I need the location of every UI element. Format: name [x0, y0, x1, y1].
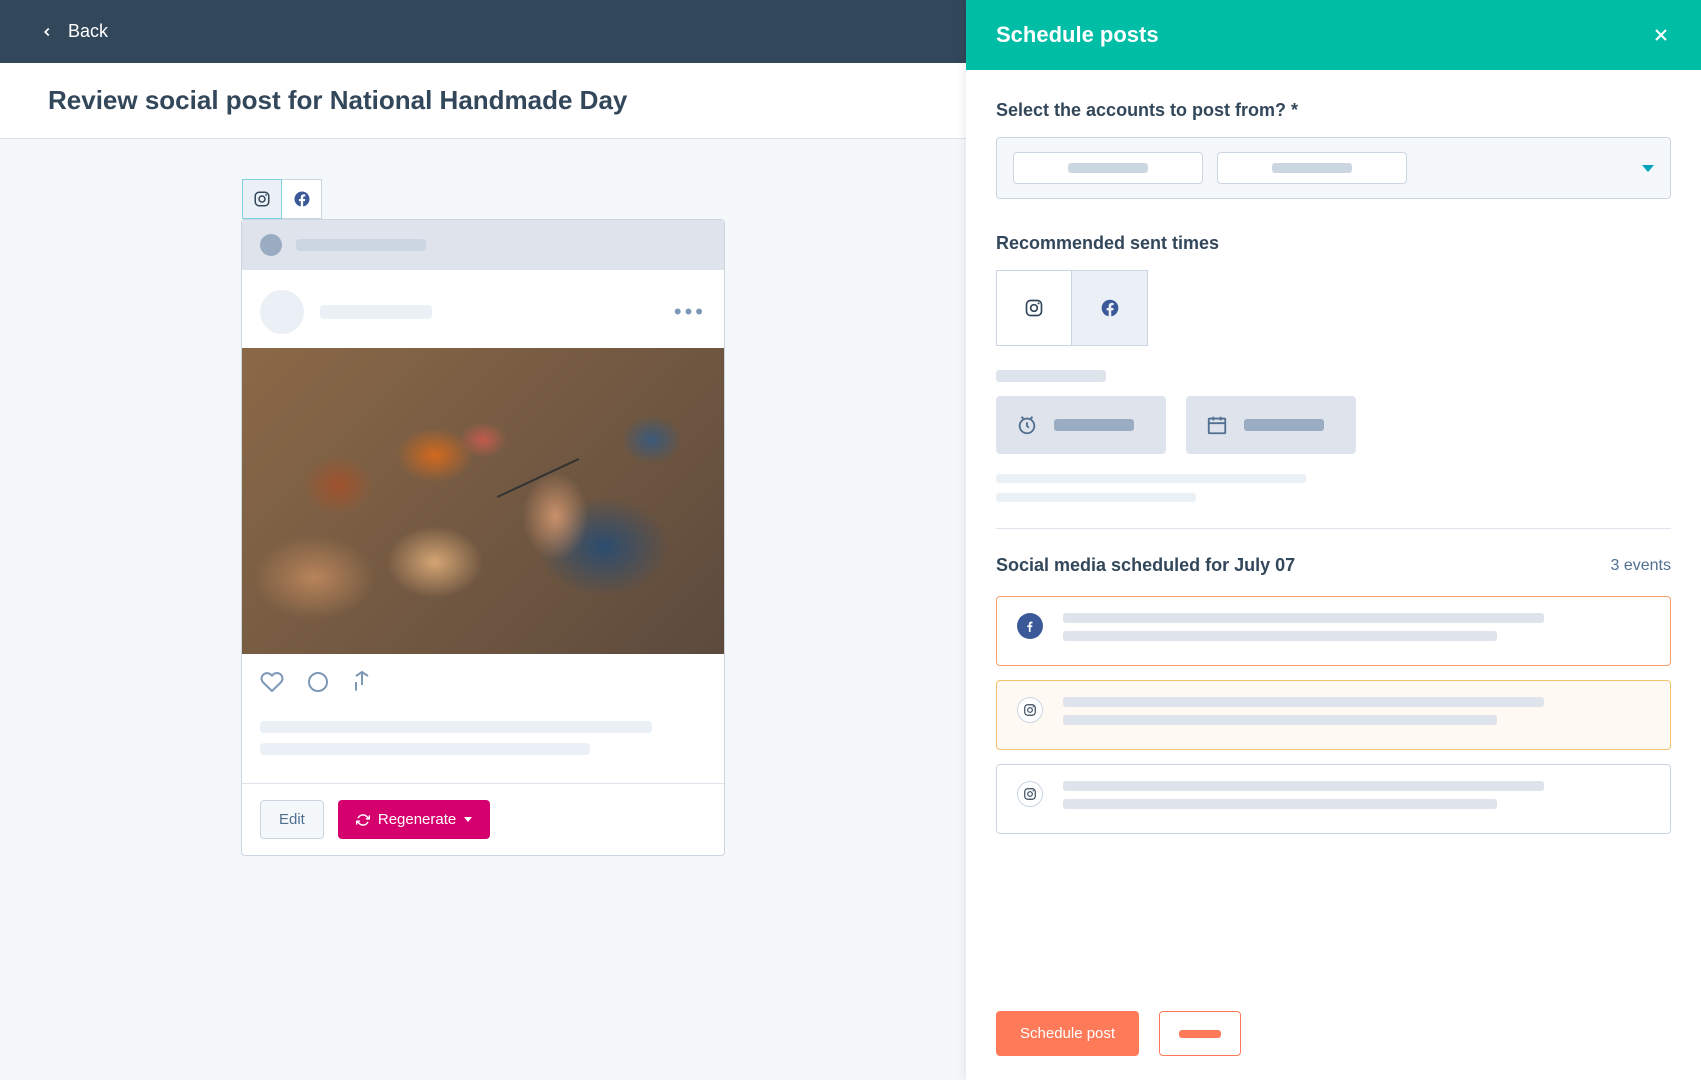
post-caption [242, 715, 724, 784]
platform-tab-list [242, 179, 322, 219]
post-header-bar [242, 220, 724, 270]
facebook-icon [1017, 613, 1043, 639]
time-tab-list [996, 270, 1671, 346]
share-icon[interactable] [352, 670, 376, 699]
post-preview-card: ••• Edit Regenerate [241, 219, 725, 856]
account-avatar-small [260, 234, 282, 256]
profile-avatar [260, 290, 304, 334]
profile-name-placeholder [320, 305, 432, 319]
selected-account-chips [1013, 152, 1407, 184]
calendar-icon [1206, 414, 1228, 436]
event-count: 3 events [1611, 557, 1671, 575]
instagram-icon [1017, 781, 1043, 807]
back-button[interactable]: Back [40, 21, 108, 42]
scheduled-event-instagram[interactable] [996, 680, 1671, 750]
regenerate-button[interactable]: Regenerate [338, 800, 490, 839]
scheduled-event-instagram[interactable] [996, 764, 1671, 834]
regenerate-icon [356, 813, 370, 827]
post-actions-row [242, 654, 724, 715]
time-tab-instagram[interactable] [996, 270, 1072, 346]
post-button-row: Edit Regenerate [242, 784, 724, 855]
post-meta-row: ••• [242, 270, 724, 348]
scheduled-event-facebook[interactable] [996, 596, 1671, 666]
close-icon[interactable] [1651, 25, 1671, 45]
title-bar: Review social post for National Handmade… [0, 63, 966, 139]
account-name-placeholder [296, 239, 426, 251]
divider [996, 528, 1671, 529]
secondary-label-placeholder [1179, 1030, 1221, 1038]
caret-down-icon [1642, 165, 1654, 172]
heart-icon[interactable] [260, 670, 284, 699]
chevron-left-icon [40, 25, 54, 39]
account-select-dropdown[interactable] [996, 137, 1671, 199]
instagram-icon [1017, 697, 1043, 723]
caption-line-placeholder [260, 743, 590, 755]
schedule-post-button[interactable]: Schedule post [996, 1011, 1139, 1056]
back-label: Back [68, 21, 108, 42]
schedule-panel: Schedule posts Select the accounts to po… [966, 0, 1701, 1080]
time-section-skeleton [996, 370, 1671, 502]
caption-line-placeholder [260, 721, 652, 733]
time-tab-facebook[interactable] [1072, 270, 1148, 346]
account-chip[interactable] [1013, 152, 1203, 184]
page-title: Review social post for National Handmade… [48, 85, 918, 116]
instagram-icon [1024, 298, 1044, 318]
platform-tab-facebook[interactable] [282, 179, 322, 219]
regenerate-label: Regenerate [378, 811, 456, 828]
facebook-icon [1100, 298, 1120, 318]
platform-tab-instagram[interactable] [242, 179, 282, 219]
comment-icon[interactable] [306, 670, 330, 699]
caret-down-icon [464, 817, 472, 822]
more-menu-icon[interactable]: ••• [674, 299, 706, 325]
edit-button[interactable]: Edit [260, 800, 324, 839]
account-chip[interactable] [1217, 152, 1407, 184]
scheduled-header: Social media scheduled for July 07 3 eve… [996, 555, 1671, 576]
secondary-action-button[interactable] [1159, 1011, 1241, 1056]
main-area: ••• Edit Regenerate [0, 139, 966, 896]
panel-header: Schedule posts [966, 0, 1701, 70]
time-option[interactable] [996, 396, 1166, 454]
scheduled-label: Social media scheduled for July 07 [996, 555, 1295, 576]
date-option[interactable] [1186, 396, 1356, 454]
panel-body: Select the accounts to post from? * Reco… [966, 70, 1701, 987]
recommended-times-label: Recommended sent times [996, 233, 1671, 254]
accounts-label: Select the accounts to post from? * [996, 100, 1671, 121]
topbar: Back [0, 0, 966, 63]
clock-icon [1016, 414, 1038, 436]
panel-title: Schedule posts [996, 22, 1159, 48]
facebook-icon [293, 190, 311, 208]
post-image [242, 348, 724, 654]
panel-footer: Schedule post [966, 987, 1701, 1080]
instagram-icon [253, 190, 271, 208]
